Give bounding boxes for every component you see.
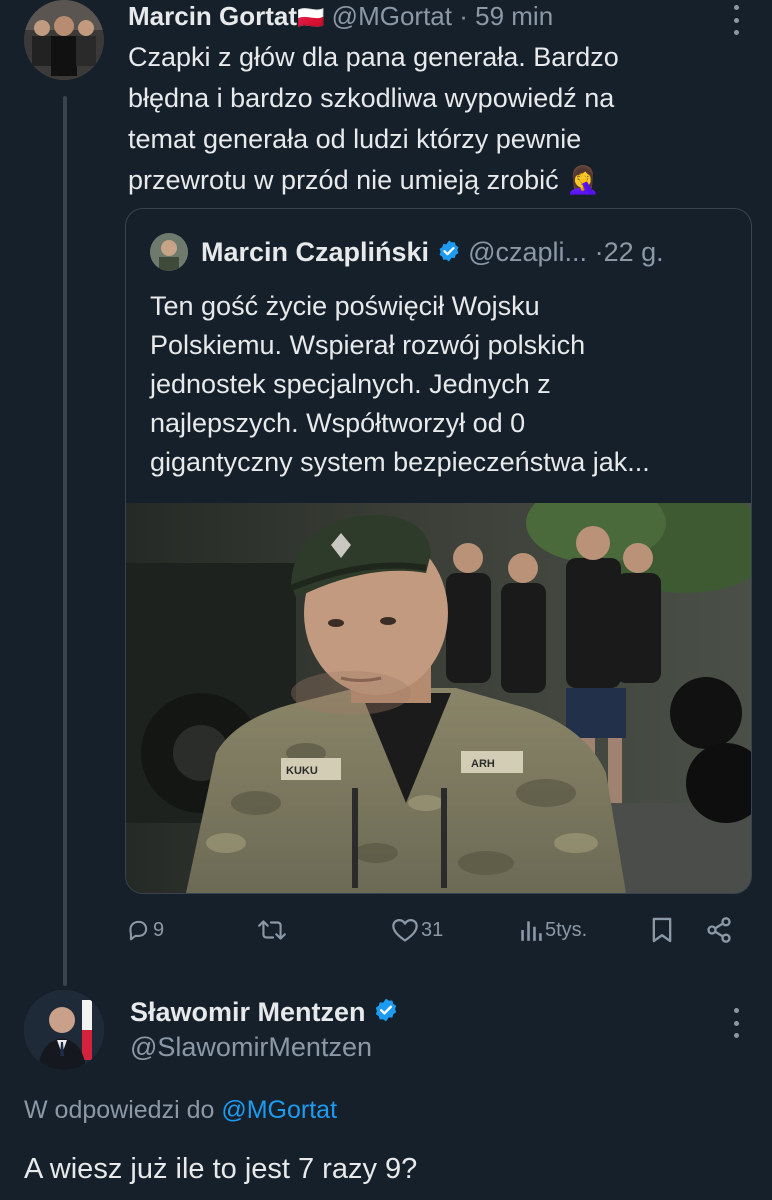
avatar-marcin-gortat[interactable] — [24, 0, 104, 80]
patch-left: KUKU — [286, 765, 318, 777]
reply-text: A wiesz już ile to jest 7 razy 9? — [24, 1153, 418, 1185]
verified-icon — [373, 997, 399, 1031]
separator: · — [594, 237, 604, 267]
avatar-slawomir-mentzen[interactable] — [24, 990, 104, 1070]
more-icon[interactable] — [726, 1008, 746, 1038]
quote-line: gigantyczny system bezpieczeństwa jak... — [150, 447, 650, 477]
tweet-header: Marcin Gortat🇵🇱 @MGortat · 59 min — [128, 0, 553, 32]
action-bar: 9 31 5tys. — [125, 912, 745, 948]
in-reply-to-label: W odpowiedzi do — [24, 1096, 215, 1124]
separator: · — [459, 1, 468, 31]
quote-line: Polskiemu. Wspierał rozwój polskich — [150, 330, 586, 360]
reply-count: 9 — [153, 918, 165, 941]
tweet-line: błędna i bardzo szkodliwa wypowiedź na — [128, 83, 615, 113]
general-photo: KUKU ARH — [126, 483, 751, 893]
quote-media-photo[interactable]: KUKU ARH — [126, 483, 751, 893]
reply-icon — [129, 920, 148, 941]
in-reply-to-handle[interactable]: @MGortat — [221, 1096, 337, 1124]
quote-line: jednostek specjalnych. Jednych z — [150, 369, 551, 399]
tweet-line: temat generała od ludzi którzy pewnie — [128, 124, 582, 154]
tweet-line: przewrotu w przód nie umieją zrobić 🤦‍♀️ — [128, 165, 600, 195]
views-icon — [521, 921, 542, 941]
retweet-icon — [258, 920, 286, 940]
like-button[interactable]: 31 — [391, 912, 443, 948]
flag-emoji: 🇵🇱 — [297, 5, 325, 30]
reply-author-name[interactable]: Sławomir Mentzen — [130, 997, 366, 1027]
verified-icon — [437, 235, 461, 273]
quote-handle: @czapli... — [468, 237, 588, 267]
author-handle[interactable]: @MGortat — [332, 1, 452, 31]
like-count: 31 — [421, 918, 444, 941]
quote-timestamp: 22 g. — [603, 237, 664, 267]
reply-handle[interactable]: @SlawomirMentzen — [130, 1030, 372, 1064]
avatar-photo — [150, 233, 188, 271]
avatar-photo — [24, 990, 104, 1070]
quote-author-name: Marcin Czapliński — [201, 237, 430, 267]
avatar-marcin-czaplinski — [150, 233, 188, 271]
quote-line: Ten gość życie poświęcił Wojsku — [150, 291, 540, 321]
views-count: 5tys. — [545, 918, 588, 941]
bookmark-icon — [652, 917, 672, 943]
reply-header: Sławomir Mentzen — [130, 995, 399, 1029]
thread-line — [63, 96, 67, 986]
avatar-photo — [24, 0, 104, 80]
reply-button[interactable]: 9 — [125, 912, 164, 948]
author-name[interactable]: Marcin Gortat — [128, 1, 297, 31]
share-button[interactable] — [705, 912, 733, 948]
tweet-body: Czapki z głów dla pana generała. Bardzo … — [128, 37, 748, 201]
in-reply-to: W odpowiedzi do @MGortat — [24, 1094, 337, 1126]
bookmark-button[interactable] — [649, 912, 675, 948]
timestamp[interactable]: 59 min — [475, 1, 553, 31]
quote-header: Marcin Czapliński @czapli... ·22 g. — [201, 233, 664, 271]
views-button[interactable]: 5tys. — [519, 912, 587, 948]
quote-body: Ten gość życie poświęcił Wojsku Polskiem… — [150, 287, 740, 482]
patch-right: ARH — [471, 758, 495, 770]
more-icon[interactable] — [726, 5, 746, 35]
quote-line: najlepszych. Współtworzył od 0 — [150, 408, 526, 438]
tweet-line: Czapki z głów dla pana generała. Bardzo — [128, 42, 619, 72]
quoted-tweet[interactable]: Marcin Czapliński @czapli... ·22 g. Ten … — [125, 208, 752, 894]
retweet-button[interactable] — [257, 912, 289, 948]
share-icon — [707, 917, 731, 943]
like-icon — [392, 918, 418, 942]
